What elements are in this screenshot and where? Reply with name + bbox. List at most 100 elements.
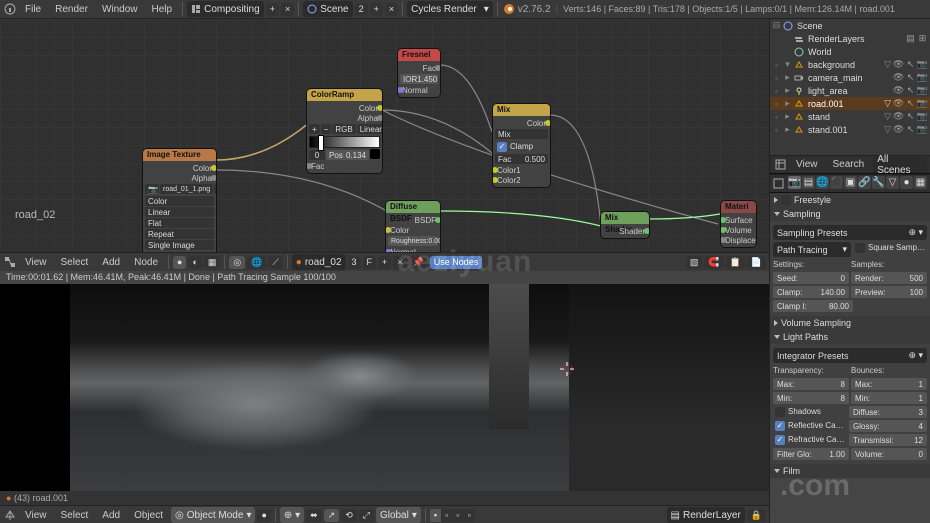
layout-del[interactable]: × bbox=[281, 3, 294, 16]
preview-samples-field[interactable]: Preview:100 bbox=[851, 286, 927, 298]
render-samples-field[interactable]: Render:500 bbox=[851, 272, 927, 284]
trans-min[interactable]: Min:8 bbox=[773, 392, 849, 404]
backdrop[interactable]: ▧ bbox=[686, 256, 703, 269]
ol-camera[interactable]: camera_main bbox=[806, 73, 891, 83]
bounce-max[interactable]: Max:1 bbox=[851, 378, 927, 390]
v3-menu-object[interactable]: Object bbox=[128, 508, 169, 523]
reflective-caustics-chk[interactable]: ✓Reflective Ca… bbox=[773, 419, 847, 432]
shadows-chk[interactable]: Shadows bbox=[773, 405, 847, 418]
diffuse-bounces[interactable]: Diffuse:3 bbox=[849, 406, 927, 418]
v3-menu-view[interactable]: View bbox=[19, 508, 53, 523]
v3-menu-select[interactable]: Select bbox=[55, 508, 95, 523]
manip-move[interactable]: ↗ bbox=[324, 509, 340, 522]
panel-light-paths[interactable]: Light Paths bbox=[770, 330, 930, 344]
layer-buttons[interactable]: ▪▫▫▫ bbox=[430, 509, 475, 522]
panel-sampling[interactable]: Sampling bbox=[770, 207, 930, 221]
snap[interactable]: 🧲 bbox=[704, 256, 723, 269]
ol-light[interactable]: light_area bbox=[806, 86, 891, 96]
lock-camera[interactable]: 🔒 bbox=[747, 509, 766, 522]
outliner-scene[interactable]: Scene bbox=[795, 21, 928, 31]
scene-dropdown[interactable]: Scene bbox=[303, 1, 352, 17]
manipulator[interactable]: ⬌ bbox=[306, 509, 322, 522]
engine-dropdown[interactable]: Cycles Render▾ bbox=[407, 1, 493, 17]
ol-stand001[interactable]: stand.001 bbox=[806, 125, 882, 135]
tree-type-tex[interactable]: ▦ bbox=[204, 256, 221, 269]
node-fresnel[interactable]: Fresnel Fac IOR1.450 Normal bbox=[398, 49, 440, 97]
layout-add[interactable]: + bbox=[266, 3, 279, 16]
orientation-dd[interactable]: Global ▾ bbox=[376, 507, 421, 523]
ol-menu-search[interactable]: Search bbox=[827, 157, 871, 172]
scene-users[interactable]: 2 bbox=[355, 3, 368, 16]
tab-scene[interactable]: 🌐 bbox=[816, 176, 829, 189]
shader-obj[interactable]: ◎ bbox=[229, 256, 245, 269]
properties-icon[interactable] bbox=[773, 177, 784, 191]
tab-world[interactable]: ⚫ bbox=[830, 176, 843, 189]
node-editor[interactable]: Fresnel Fac IOR1.450 Normal ColorRamp Co… bbox=[0, 19, 769, 252]
refractive-caustics-chk[interactable]: ✓Refractive Ca… bbox=[773, 433, 847, 446]
node-image-texture[interactable]: Image Texture Color Alpha 📷road_01_1.png… bbox=[143, 149, 216, 252]
mat-users[interactable]: 3 bbox=[348, 256, 361, 269]
filter-glossy[interactable]: Filter Glo:1.00 bbox=[773, 448, 849, 460]
sampling-preset-dd[interactable]: Sampling Presets⊕ ▾ bbox=[773, 225, 927, 240]
paste-nodes[interactable]: 📄 bbox=[747, 256, 766, 269]
clamp-indirect-field[interactable]: Clamp I:80.00 bbox=[773, 300, 853, 312]
node-colorramp[interactable]: ColorRamp Color Alpha +−RGBLinear 0Pos0.… bbox=[307, 89, 382, 173]
material-dd[interactable]: ●road_02 bbox=[292, 254, 346, 270]
ol-menu-view[interactable]: View bbox=[790, 157, 824, 172]
3d-viewport[interactable] bbox=[0, 284, 769, 491]
ol-filter-dd[interactable]: All Scenes bbox=[873, 157, 927, 173]
tree-type-comp[interactable]: ◐ bbox=[188, 256, 201, 269]
outliner-icon[interactable] bbox=[773, 158, 787, 172]
integrator-preset-dd[interactable]: Integrator Presets⊕ ▾ bbox=[773, 348, 927, 363]
v3-menu-add[interactable]: Add bbox=[96, 508, 126, 523]
manip-scale[interactable]: ⤢ bbox=[359, 509, 374, 522]
tab-constraint[interactable]: 🔗 bbox=[858, 176, 871, 189]
bounce-min[interactable]: Min:1 bbox=[851, 392, 927, 404]
pivot-dd[interactable]: ⊕ ▾ bbox=[280, 507, 304, 523]
ol-stand[interactable]: stand bbox=[806, 112, 882, 122]
panel-volume-sampling[interactable]: Volume Sampling bbox=[770, 316, 930, 330]
tab-data[interactable]: ▽ bbox=[886, 176, 899, 189]
outliner[interactable]: ⊟Scene RenderLayers▤⊞ World ◦▾background… bbox=[770, 19, 930, 155]
ne-menu-view[interactable]: View bbox=[19, 255, 53, 270]
shading-rendered[interactable]: ● bbox=[257, 509, 270, 522]
scene-add[interactable]: + bbox=[370, 3, 383, 16]
menu-help[interactable]: Help bbox=[146, 2, 179, 17]
tab-layers[interactable]: ▤ bbox=[802, 176, 815, 189]
mat-fake[interactable]: F bbox=[363, 256, 377, 269]
menu-window[interactable]: Window bbox=[96, 2, 144, 17]
node-material-output[interactable]: Materi Surface Volume Displace bbox=[721, 201, 756, 247]
shader-world[interactable]: 🌐 bbox=[247, 256, 266, 269]
ne-menu-select[interactable]: Select bbox=[55, 255, 95, 270]
ol-road[interactable]: road.001 bbox=[806, 99, 882, 109]
tab-texture[interactable]: ▦ bbox=[914, 176, 927, 189]
copy-nodes[interactable]: 📋 bbox=[726, 256, 745, 269]
info-editor-icon[interactable] bbox=[3, 2, 17, 16]
integrator-dd[interactable]: Path Tracing▾ bbox=[773, 242, 851, 257]
square-samples-chk[interactable]: Square Samp… bbox=[853, 241, 927, 254]
menu-file[interactable]: File bbox=[19, 2, 47, 17]
tab-material[interactable]: ● bbox=[900, 176, 913, 189]
panel-freestyle[interactable]: Freestyle bbox=[770, 193, 930, 207]
layout-dropdown[interactable]: Compositing bbox=[187, 1, 264, 17]
ol-background[interactable]: background bbox=[806, 60, 882, 70]
volume-bounces[interactable]: Volume:0 bbox=[851, 448, 927, 460]
tab-object[interactable]: ▣ bbox=[844, 176, 857, 189]
3dview-icon[interactable] bbox=[3, 508, 17, 522]
tab-modifier[interactable]: 🔧 bbox=[872, 176, 885, 189]
ne-menu-node[interactable]: Node bbox=[128, 255, 164, 270]
manip-rot[interactable]: ⟲ bbox=[341, 509, 357, 522]
renderlayer-dd[interactable]: ▤ RenderLayer bbox=[667, 507, 745, 523]
scene-del[interactable]: × bbox=[385, 3, 398, 16]
node-editor-icon[interactable] bbox=[3, 255, 17, 269]
trans-max[interactable]: Max:8 bbox=[773, 378, 849, 390]
seed-field[interactable]: Seed:0 bbox=[773, 272, 849, 284]
glossy-bounces[interactable]: Glossy:4 bbox=[849, 420, 927, 432]
node-mixrgb[interactable]: Mix Color Mix ✓Clamp Fac0.500 Color1 Col… bbox=[493, 104, 550, 187]
tree-type-shader[interactable]: ● bbox=[173, 256, 186, 269]
menu-render[interactable]: Render bbox=[49, 2, 94, 17]
clamp-field[interactable]: Clamp:140.00 bbox=[773, 286, 849, 298]
mode-dropdown[interactable]: ◎ Object Mode ▾ bbox=[171, 507, 255, 523]
mat-add[interactable]: + bbox=[378, 256, 391, 269]
ne-menu-add[interactable]: Add bbox=[96, 255, 126, 270]
